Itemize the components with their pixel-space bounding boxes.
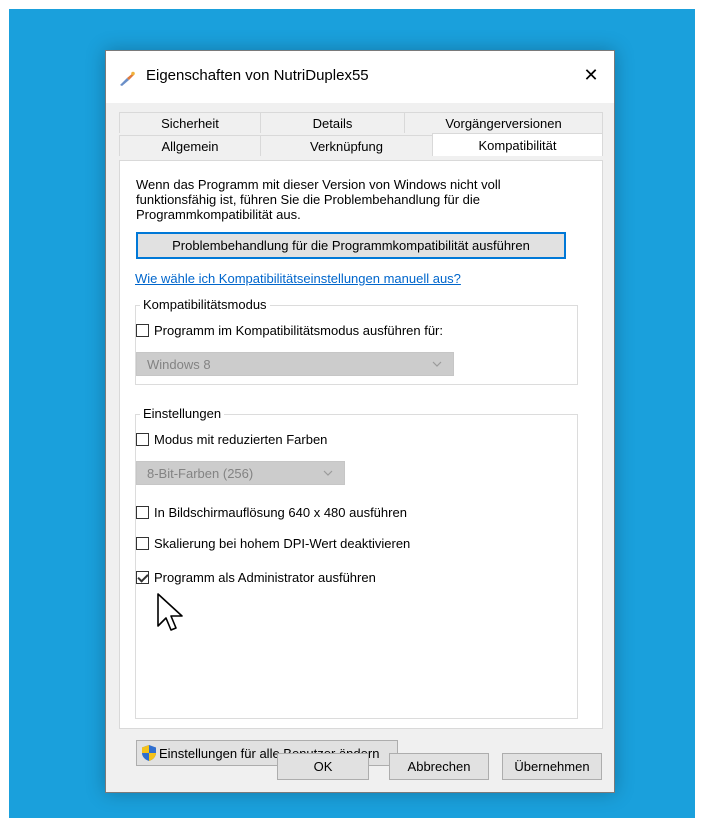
cancel-button[interactable]: Abbrechen xyxy=(389,753,489,780)
color-depth-select[interactable]: 8-Bit-Farben (256) xyxy=(136,461,345,485)
chevron-down-icon xyxy=(323,470,333,476)
resolution-label: In Bildschirmauflösung 640 x 480 ausführ… xyxy=(154,505,407,520)
settings-group-label: Einstellungen xyxy=(140,406,225,421)
admin-label: Programm als Administrator ausführen xyxy=(154,570,376,585)
compat-mode-checkbox-label: Programm im Kompatibilitätsmodus ausführ… xyxy=(154,323,444,338)
tab-allgemein[interactable]: Allgemein xyxy=(119,135,261,156)
app-icon xyxy=(120,71,135,86)
reduced-colors-checkbox-box[interactable] xyxy=(136,433,149,446)
ok-button[interactable]: OK xyxy=(277,753,369,780)
admin-checkbox-box[interactable] xyxy=(136,571,149,584)
compat-mode-checkbox[interactable]: Programm im Kompatibilitätsmodus ausführ… xyxy=(136,323,443,338)
reduced-colors-checkbox[interactable]: Modus mit reduzierten Farben xyxy=(136,432,327,447)
resolution-checkbox-box[interactable] xyxy=(136,506,149,519)
windows-version-select[interactable]: Windows 8 xyxy=(136,352,454,376)
dpi-label: Skalierung bei hohem DPI-Wert deaktivier… xyxy=(154,536,411,551)
window-title: Eigenschaften von NutriDuplex55 xyxy=(146,67,369,84)
resolution-checkbox[interactable]: In Bildschirmauflösung 640 x 480 ausführ… xyxy=(136,505,407,520)
tab-details[interactable]: Details xyxy=(260,112,405,133)
compat-mode-checkbox-box[interactable] xyxy=(136,324,149,337)
settings-group: Einstellungen xyxy=(135,406,578,719)
manual-settings-link[interactable]: Wie wähle ich Kompatibilitätseinstellung… xyxy=(135,271,461,286)
windows-version-value: Windows 8 xyxy=(147,356,211,372)
close-button[interactable]: ✕ xyxy=(568,57,614,93)
tab-vorgaengerversionen[interactable]: Vorgängerversionen xyxy=(404,112,603,133)
apply-button[interactable]: Übernehmen xyxy=(502,753,602,780)
reduced-colors-label: Modus mit reduzierten Farben xyxy=(154,432,328,447)
dpi-checkbox-box[interactable] xyxy=(136,537,149,550)
intro-line: funktionsfähig ist, führen Sie die Probl… xyxy=(136,192,480,207)
tab-verknuepfung[interactable]: Verknüpfung xyxy=(260,135,433,156)
uac-shield-icon xyxy=(142,745,156,761)
intro-line: Wenn das Programm mit dieser Version von… xyxy=(136,177,501,192)
admin-checkbox[interactable]: Programm als Administrator ausführen xyxy=(136,570,376,585)
intro-text: Wenn das Programm mit dieser Version von… xyxy=(136,177,576,222)
dpi-checkbox[interactable]: Skalierung bei hohem DPI-Wert deaktivier… xyxy=(136,536,410,551)
properties-dialog: Eigenschaften von NutriDuplex55 ✕ Sicher… xyxy=(105,50,615,793)
compat-mode-group-label: Kompatibilitätsmodus xyxy=(140,297,270,312)
tab-kompatibilitaet[interactable]: Kompatibilität xyxy=(432,133,603,156)
mouse-cursor-icon xyxy=(157,593,183,631)
chevron-down-icon xyxy=(432,361,442,367)
title-bar: Eigenschaften von NutriDuplex55 ✕ xyxy=(106,51,614,103)
compatibility-panel: Wenn das Programm mit dieser Version von… xyxy=(119,160,603,766)
tab-sicherheit[interactable]: Sicherheit xyxy=(119,112,261,133)
intro-line: Programmkompatibilität aus. xyxy=(136,207,301,222)
troubleshoot-button[interactable]: Problembehandlung für die Programmkompat… xyxy=(136,232,566,259)
color-depth-value: 8-Bit-Farben (256) xyxy=(147,465,254,481)
